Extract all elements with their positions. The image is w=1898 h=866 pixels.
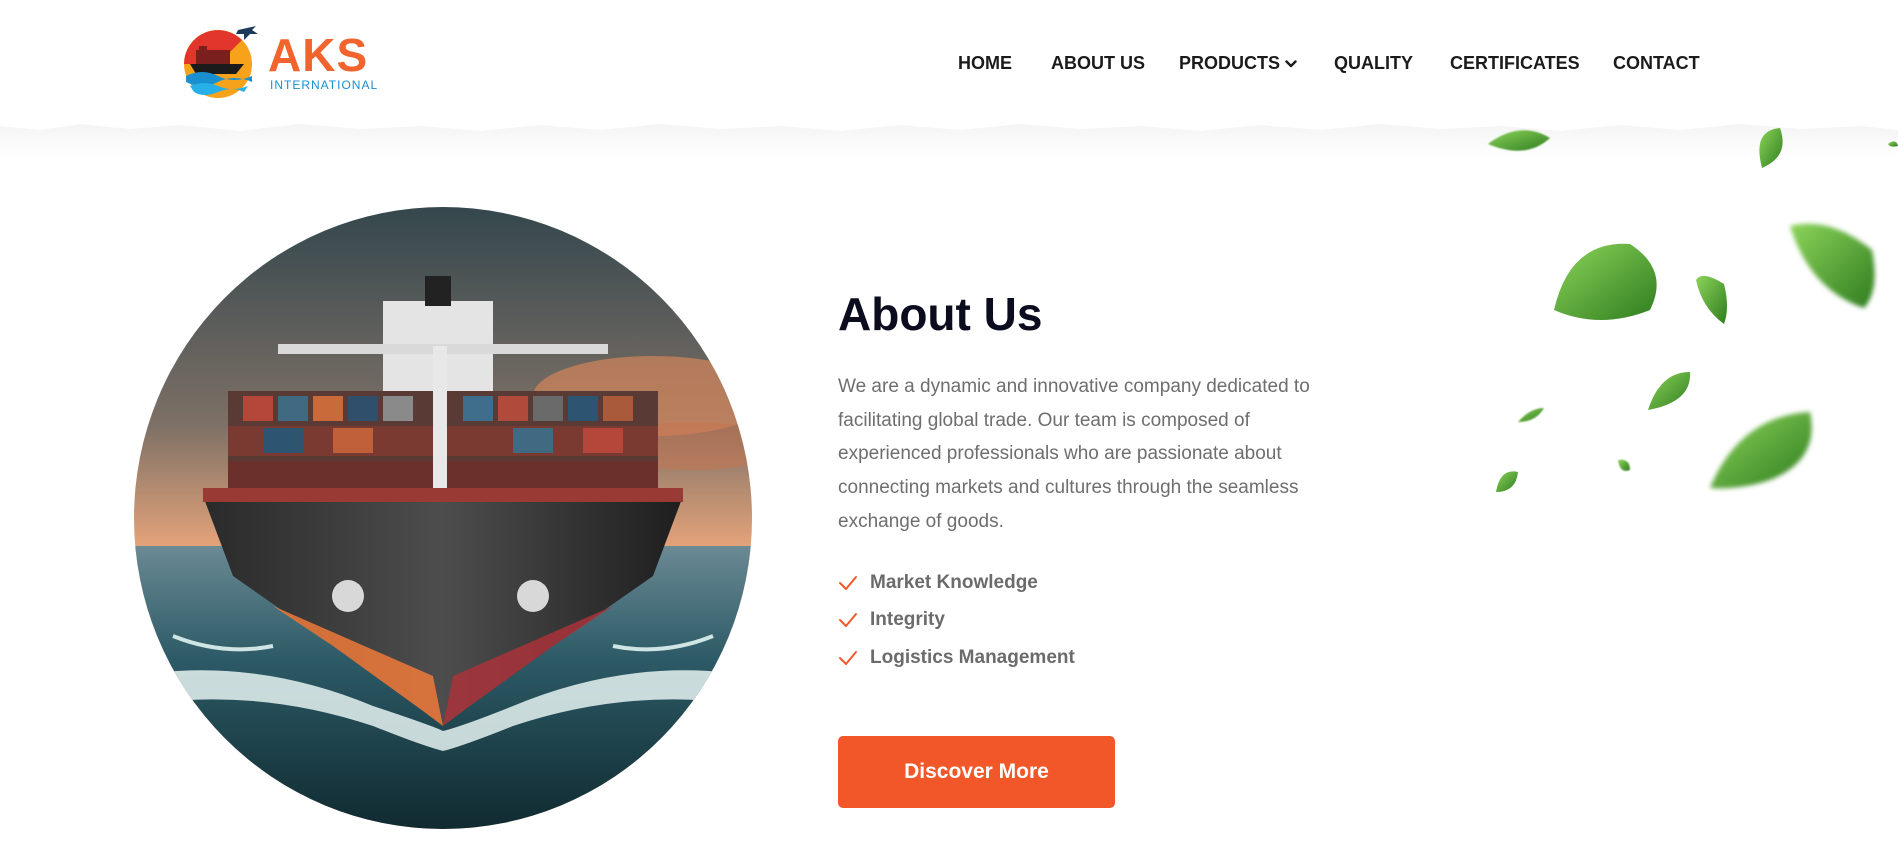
check-icon: [839, 651, 857, 665]
nav-certificates[interactable]: CERTIFICATES: [1450, 50, 1580, 76]
about-paragraph: We are a dynamic and innovative company …: [838, 370, 1358, 539]
brand-logo[interactable]: AKS INTERNATIONAL: [182, 24, 392, 100]
nav-products-label: PRODUCTS: [1179, 53, 1281, 73]
logo-ship-icon: [184, 26, 258, 98]
about-paragraph-line: experienced professionals who are passio…: [838, 443, 1282, 465]
leaves-decoration: [1488, 128, 1898, 492]
nav-about-us[interactable]: ABOUT US: [1051, 50, 1145, 76]
chevron-down-icon: [1285, 60, 1297, 68]
leaf-icon: [1488, 128, 1898, 492]
cargo-ship-image: [134, 207, 752, 829]
feature-label: Logistics Management: [870, 647, 1075, 668]
check-icon: [839, 613, 857, 627]
discover-more-button[interactable]: Discover More: [838, 736, 1115, 808]
about-paragraph-line: exchange of goods.: [838, 510, 1004, 532]
nav-home[interactable]: HOME: [958, 50, 1012, 76]
nav-products[interactable]: PRODUCTS: [1179, 50, 1297, 76]
nav-quality[interactable]: QUALITY: [1334, 50, 1413, 76]
site-header: AKS INTERNATIONAL HOME ABOUT US PRODUCTS…: [0, 0, 1898, 128]
brand-name: AKS: [268, 29, 369, 81]
feature-label: Integrity: [870, 609, 945, 630]
nav-contact[interactable]: CONTACT: [1613, 50, 1700, 76]
about-paragraph-line: We are a dynamic and innovative company …: [838, 376, 1310, 397]
feature-label: Market Knowledge: [870, 572, 1038, 593]
brand-tagline: INTERNATIONAL: [270, 78, 379, 92]
about-paragraph-line: facilitating global trade. Our team is c…: [838, 409, 1250, 431]
check-icon: [839, 576, 857, 590]
about-title: About Us: [838, 288, 1043, 340]
about-paragraph-line: connecting markets and cultures through …: [838, 477, 1299, 499]
